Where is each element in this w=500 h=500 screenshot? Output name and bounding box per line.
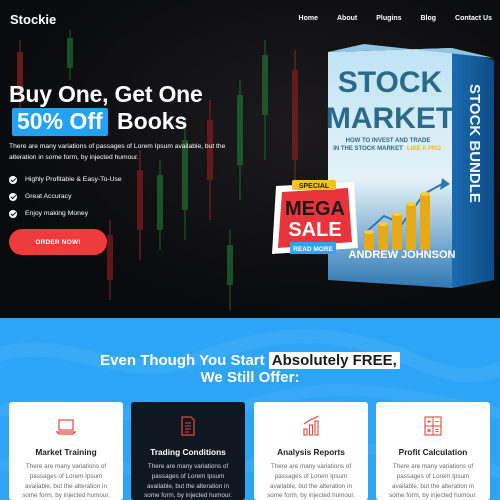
badge-read-more[interactable]: READ MORE [293,246,333,253]
bar-chart-icon [303,415,319,436]
book-subtitle-highlight: LIKE A PRO [407,146,441,152]
hero-headline-line1: Buy One, Get One [9,81,203,107]
feature-label: Highly Profitable & Easy-To-Use [25,176,122,183]
book-title-line1: STOCK [338,66,443,99]
book-title-line2: MARKET [326,102,454,135]
card-text: There are many variations of passages of… [267,463,355,500]
order-now-button[interactable]: ORDER NOW! [9,229,107,255]
card-analysis-reports[interactable]: Analysis Reports There are many variatio… [254,402,368,500]
feature-label: Great Accuracy [25,193,72,200]
laptop-icon [56,419,76,435]
book-subtitle-line1: HOW TO INVEST AND TRADE [346,138,431,144]
nav-about[interactable]: About [337,15,357,22]
main-nav: Home About Plugins Blog Contact Us [280,15,492,22]
card-profit-calculation[interactable]: Profit Calculation There are many variat… [376,402,490,500]
card-trading-conditions[interactable]: Trading Conditions There are many variat… [131,402,245,500]
feature-list: Highly Profitable & Easy-To-Use Great Ac… [9,171,122,222]
top-navigation: Stockie Home About Plugins Blog Contact … [0,0,500,38]
offer-title-line1: Even Though You Start Absolutely FREE, [0,352,500,369]
book-author: ANDREW JOHNSON [349,249,456,261]
hero-description: There are many variations of passages of… [9,143,226,161]
document-icon [181,416,195,436]
card-text: There are many variations of passages of… [389,463,477,500]
calculator-icon [424,416,442,436]
offer-title-line2: We Still Offer: [200,369,300,386]
site-logo[interactable]: Stockie [10,12,56,27]
offer-title-highlight: Absolutely FREE, [268,352,400,369]
card-title: Market Training [35,447,97,457]
feature-item: Enjoy making Money [9,205,122,222]
card-title: Analysis Reports [277,447,345,457]
nav-home[interactable]: Home [299,15,318,22]
book-spine-title: STOCK BUNDLE [466,84,483,203]
badge-sale: SALE [288,219,341,241]
card-title: Trading Conditions [150,447,226,457]
nav-blog[interactable]: Blog [420,15,436,22]
book-subtitle-line2: IN THE STOCK MARKET [333,146,403,152]
nav-plugins[interactable]: Plugins [376,15,401,22]
hero-section: Stockie Home About Plugins Blog Contact … [0,0,500,318]
hero-headline-line2: 50% Off Books [9,108,187,136]
badge-mega: MEGA [285,198,345,220]
badge-special: SPECIAL [299,183,330,190]
feature-item: Highly Profitable & Easy-To-Use [9,171,122,188]
feature-item: Great Accuracy [9,188,122,205]
card-text: There are many variations of passages of… [144,463,232,500]
discount-highlight: 50% Off [12,108,108,136]
nav-contact-us[interactable]: Contact Us [455,15,492,22]
check-icon [9,209,17,218]
hero-headline-rest: Books [117,108,188,134]
feature-label: Enjoy making Money [25,210,89,217]
check-icon [9,175,17,184]
mega-sale-badge[interactable]: SPECIAL MEGA SALE READ MORE [266,178,362,260]
card-title: Profit Calculation [398,447,468,457]
offer-title-prefix: Even Though You Start [100,352,265,369]
check-icon [9,192,17,201]
card-market-training[interactable]: Market Training There are many variation… [9,402,123,500]
card-text: There are many variations of passages of… [22,463,110,500]
